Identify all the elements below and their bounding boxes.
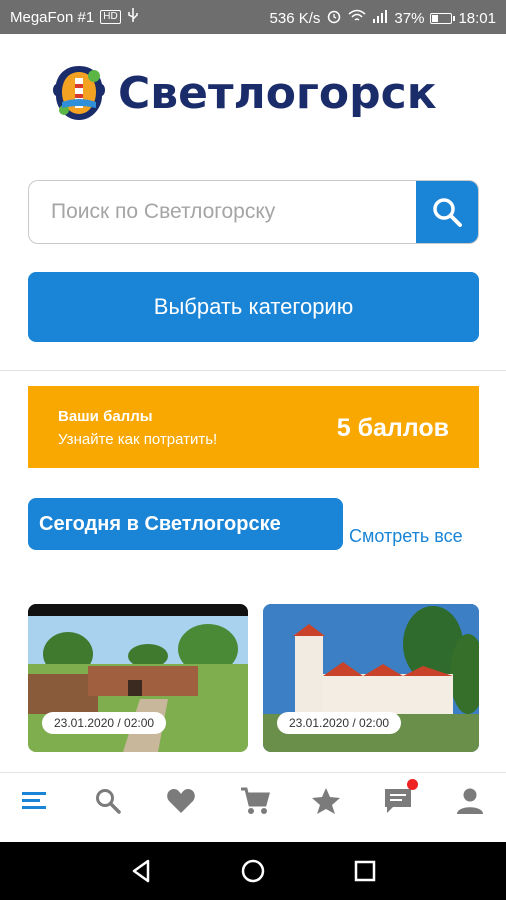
search-input[interactable] (29, 181, 416, 243)
network-badge: HD (100, 10, 121, 24)
bottom-navigation (0, 772, 506, 842)
points-banner[interactable]: Ваши баллы Узнайте как потратить! 5 балл… (28, 386, 479, 468)
wifi-icon (348, 9, 366, 27)
menu-icon[interactable] (14, 781, 54, 821)
battery-percent: 37% (394, 9, 425, 27)
carrier-name: MegaFon #1 (10, 8, 95, 26)
logo-text: Светлогорск (118, 67, 437, 119)
search-bar (28, 180, 479, 244)
event-date-badge: 23.01.2020 / 02:00 (42, 712, 167, 734)
points-title: Ваши баллы (58, 408, 153, 425)
battery-icon (430, 12, 456, 24)
search-icon[interactable] (88, 781, 128, 821)
star-icon[interactable] (306, 781, 346, 821)
chat-icon[interactable] (378, 779, 418, 821)
alarm-icon (326, 8, 342, 28)
lighthouse-emblem-icon (53, 66, 105, 120)
event-card[interactable]: 23.01.2020 / 02:00 (263, 604, 479, 752)
home-icon[interactable] (240, 858, 266, 884)
system-navigation-bar (0, 842, 506, 900)
network-speed: 536 K/s (269, 9, 321, 27)
recents-icon[interactable] (352, 858, 378, 884)
points-subtitle: Узнайте как потратить! (58, 431, 218, 448)
search-icon (433, 198, 462, 227)
points-value: 5 баллов (336, 414, 449, 442)
today-section-title: Сегодня в Светлогорске (28, 498, 343, 550)
clock: 18:01 (458, 9, 496, 27)
see-all-link[interactable]: Смотреть все (349, 526, 463, 547)
signal-icon (372, 9, 388, 27)
app-logo: Светлогорск (50, 60, 470, 126)
notification-dot (407, 779, 418, 790)
divider (0, 370, 506, 371)
status-bar: MegaFon #1 HD 536 K/s 37% 18:01 (0, 0, 506, 34)
usb-icon (127, 8, 139, 26)
back-icon[interactable] (128, 858, 154, 884)
choose-category-button[interactable]: Выбрать категорию (28, 272, 479, 342)
event-date-badge: 23.01.2020 / 02:00 (277, 712, 402, 734)
profile-icon[interactable] (450, 781, 490, 821)
event-card[interactable]: 23.01.2020 / 02:00 (28, 604, 248, 752)
cart-icon[interactable] (235, 781, 275, 821)
search-button[interactable] (416, 181, 478, 243)
heart-icon[interactable] (161, 781, 201, 821)
